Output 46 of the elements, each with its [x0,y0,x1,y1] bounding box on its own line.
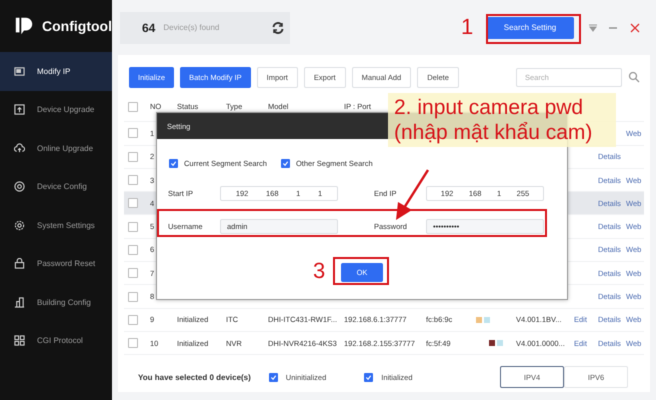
sidebar-item[interactable]: Building Config [0,283,112,322]
device-count: 64 [142,20,156,34]
search-setting-button[interactable]: Search Setting [486,16,574,38]
checkbox[interactable] [128,292,138,302]
lock-icon [14,258,25,270]
monitor-icon [14,66,25,77]
checkbox[interactable] [268,372,278,382]
step-number: 1 [461,16,474,38]
highlight-frame [333,257,389,285]
target-icon [14,181,25,192]
building-icon [14,296,25,308]
sidebar-item[interactable]: Online Upgrade [0,129,112,168]
sidebar-item[interactable]: Password Reset [0,244,112,283]
refresh-icon[interactable] [271,20,286,34]
checkbox[interactable] [128,314,138,325]
checkbox[interactable] [364,372,374,382]
grid-icon [14,335,25,346]
device-count-label: Device(s) found [163,23,220,32]
checkbox[interactable] [128,222,138,232]
app-name: Configtool [42,18,112,34]
checkbox[interactable] [128,244,138,255]
checkbox[interactable] [128,268,138,278]
sidebar-item[interactable]: Device Upgrade [0,90,112,129]
settings-icon [14,220,25,231]
close-icon[interactable] [630,22,640,32]
checkbox[interactable] [128,128,138,138]
sidebar-item[interactable]: CGI Protocol [0,322,112,360]
step-number: 3 [313,260,326,282]
search-icon[interactable] [628,71,640,83]
checkbox[interactable] [280,158,290,168]
upload-icon [14,104,25,116]
cloud-upload-icon [14,142,25,154]
checkbox[interactable] [128,175,138,186]
pixel-blocks-drawing [476,316,490,323]
sidebar-item[interactable]: System Settings [0,206,112,244]
annotation-note: 2. input camera pwd (nhập mật khẩu cam) [388,93,616,148]
checkbox[interactable] [128,102,138,112]
pixel-blocks-drawing [489,340,503,346]
sidebar-item[interactable]: Modify IP [0,52,112,90]
sidebar-item[interactable]: Device Config [0,168,112,206]
checkbox[interactable] [128,198,138,208]
dropdown-icon[interactable] [588,22,598,32]
checkbox[interactable] [169,158,178,168]
selection-summary: You have selected 0 device(s) [138,372,251,382]
checkbox[interactable] [128,338,138,348]
checkbox[interactable] [128,152,138,162]
